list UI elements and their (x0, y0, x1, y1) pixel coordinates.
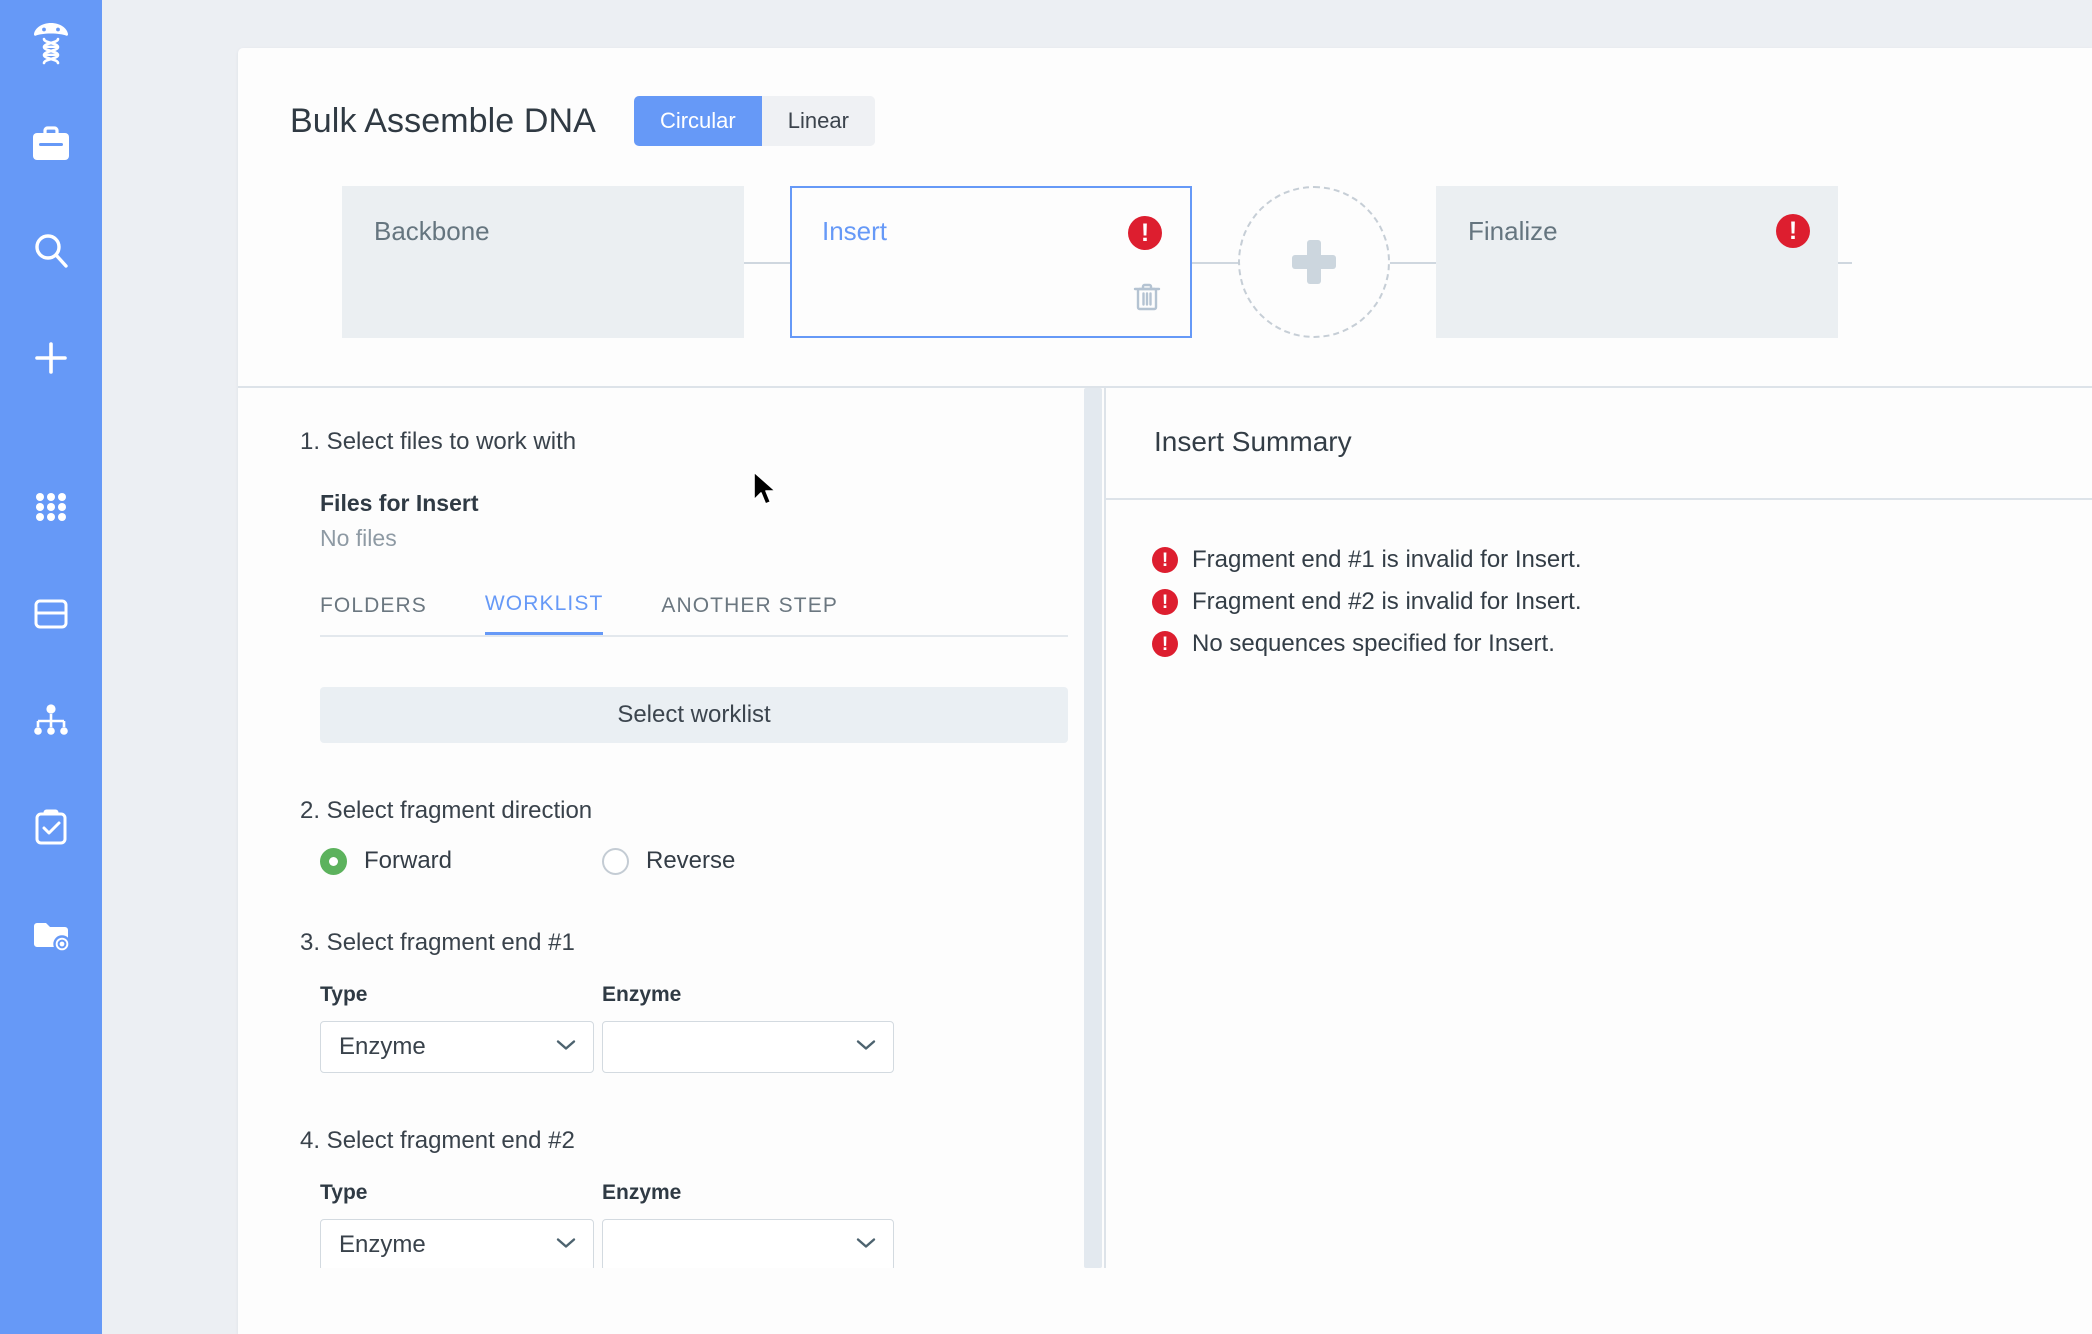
radio-label: Forward (364, 847, 453, 874)
summary-messages: ! Fragment end #1 is invalid for Insert.… (1106, 500, 2092, 658)
summary-message: ! No sequences specified for Insert. (1152, 630, 2092, 658)
radio-reverse[interactable]: Reverse (602, 847, 884, 875)
form-pane: 1. Select files to work with Files for I… (238, 388, 1106, 1268)
tab-worklist[interactable]: WORKLIST (484, 592, 604, 635)
summary-pane: Insert Summary ! Fragment end #1 is inva… (1106, 388, 2092, 1268)
field-enzyme-1: Enzyme (602, 983, 894, 1073)
plate-icon[interactable] (0, 560, 102, 667)
step-card-finalize[interactable]: Finalize ! (1436, 186, 1838, 338)
app-root: Bulk Assemble DNA Circular Linear Backbo… (0, 0, 2092, 1334)
tab-another-step[interactable]: ANOTHER STEP (661, 592, 838, 635)
mouse-cursor (752, 470, 780, 515)
radio-forward[interactable]: Forward (320, 847, 602, 875)
apps-grid-icon[interactable] (0, 453, 102, 560)
radio-label: Reverse (646, 847, 736, 874)
add-icon[interactable] (0, 304, 102, 411)
chevron-down-icon (555, 1038, 577, 1057)
summary-message: ! Fragment end #2 is invalid for Insert. (1152, 588, 2092, 616)
field-type-2: Type Enzyme (320, 1181, 594, 1268)
page-header: Bulk Assemble DNA Circular Linear Backbo… (238, 48, 2092, 338)
select-worklist-button[interactable]: Select worklist (320, 687, 1068, 743)
page-title: Bulk Assemble DNA (290, 101, 596, 140)
select-value: Enzyme (339, 1033, 426, 1060)
chevron-down-icon (555, 1236, 577, 1255)
add-step-button[interactable] (1238, 186, 1390, 338)
content-split: 1. Select files to work with Files for I… (238, 388, 2092, 1268)
scrollbar-thumb[interactable] (1084, 388, 1102, 1268)
field-enzyme-2: Enzyme (602, 1181, 894, 1268)
error-badge-icon: ! (1128, 216, 1162, 250)
fragment-end-2-fields: Type Enzyme Enzyme (320, 1181, 1068, 1268)
workflow-icon[interactable] (0, 667, 102, 774)
error-icon: ! (1152, 589, 1178, 615)
section-3-title: 3. Select fragment end #1 (300, 929, 575, 956)
select-value: Enzyme (339, 1231, 426, 1258)
left-sidebar (0, 0, 102, 1334)
step-label: Backbone (374, 216, 490, 246)
file-source-tabs: FOLDERS WORKLIST ANOTHER STEP (320, 592, 1068, 637)
step-label: Insert (822, 216, 888, 246)
form-scrollbar[interactable] (1084, 388, 1102, 1268)
field-label: Type (320, 1181, 368, 1204)
files-empty-state: No files (320, 525, 397, 551)
section-4-title: 4. Select fragment end #2 (300, 1127, 575, 1154)
field-label: Enzyme (602, 1181, 682, 1204)
summary-title: Insert Summary (1154, 426, 1352, 457)
enzyme-select-2[interactable] (602, 1219, 894, 1268)
summary-message-text: No sequences specified for Insert. (1192, 630, 1555, 657)
fragment-direction-radiogroup: Forward Reverse (320, 847, 1068, 875)
error-icon: ! (1152, 631, 1178, 657)
field-type-1: Type Enzyme (320, 983, 594, 1073)
main-panel: Bulk Assemble DNA Circular Linear Backbo… (238, 48, 2092, 1334)
step-label: Finalize (1468, 216, 1558, 246)
summary-message: ! Fragment end #1 is invalid for Insert. (1152, 546, 2092, 574)
step-card-insert[interactable]: Insert ! (790, 186, 1192, 338)
search-icon[interactable] (0, 197, 102, 304)
error-icon: ! (1152, 547, 1178, 573)
error-badge-icon: ! (1776, 214, 1810, 248)
chevron-down-icon (855, 1236, 877, 1255)
chevron-down-icon (855, 1038, 877, 1057)
enzyme-select-1[interactable] (602, 1021, 894, 1073)
radio-indicator (320, 847, 347, 875)
step-card-backbone[interactable]: Backbone (342, 186, 744, 338)
toggle-linear[interactable]: Linear (761, 96, 875, 146)
radio-indicator (602, 847, 629, 875)
folder-history-icon[interactable] (0, 881, 102, 988)
section-1-title: 1. Select files to work with (300, 428, 577, 455)
projects-icon[interactable] (0, 90, 102, 197)
assembly-flow: Backbone Insert ! Finalize ! (342, 186, 1852, 338)
summary-message-text: Fragment end #2 is invalid for Insert. (1192, 588, 1582, 615)
type-select-1[interactable]: Enzyme (320, 1021, 594, 1073)
logo-dna-icon[interactable] (0, 0, 102, 90)
tab-folders[interactable]: FOLDERS (320, 592, 427, 635)
shape-toggle: Circular Linear (633, 96, 875, 146)
toggle-circular[interactable]: Circular (633, 96, 762, 146)
delete-step-trash-icon[interactable] (1130, 280, 1164, 314)
section-2-title: 2. Select fragment direction (300, 797, 593, 824)
fragment-end-1-fields: Type Enzyme Enzyme (320, 983, 1068, 1073)
tasks-icon[interactable] (0, 774, 102, 881)
field-label: Enzyme (602, 983, 682, 1006)
summary-message-text: Fragment end #1 is invalid for Insert. (1192, 546, 1582, 573)
field-label: Type (320, 983, 368, 1006)
files-heading: Files for Insert (320, 490, 479, 516)
type-select-2[interactable]: Enzyme (320, 1219, 594, 1268)
